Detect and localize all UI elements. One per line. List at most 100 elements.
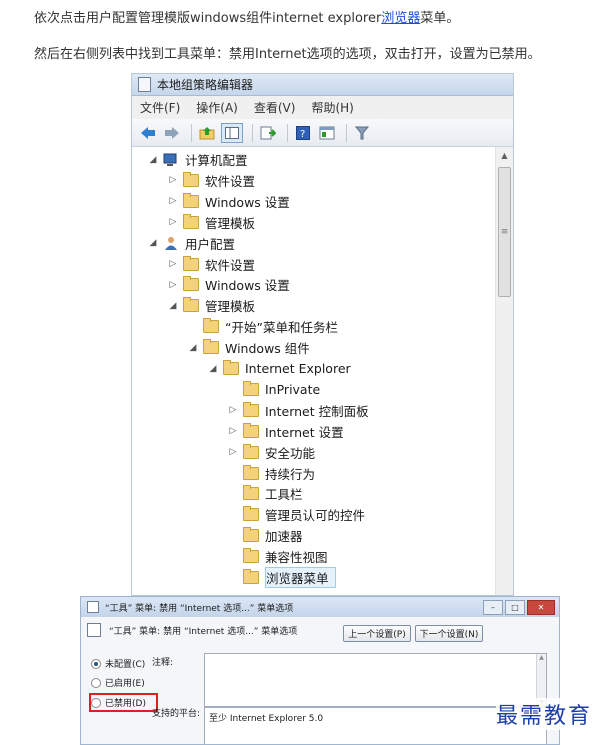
expand-toggle-icon[interactable]: ◢ xyxy=(147,238,159,248)
gpe-toolbar: ? xyxy=(132,119,513,147)
window-controls: – □ ✕ xyxy=(481,600,555,615)
radio-enabled-label: 已启用(E) xyxy=(105,679,145,689)
dialog-heading-text: “工具” 菜单: 禁用 “Internet 选项...” 菜单选项 xyxy=(109,626,298,637)
expand-toggle-icon[interactable]: ▷ xyxy=(167,259,179,269)
tree-node[interactable]: ▷ 软件设置 xyxy=(167,254,255,275)
folder-icon xyxy=(243,380,259,396)
tree-node-label: Windows 组件 xyxy=(225,341,310,357)
folder-icon xyxy=(243,527,259,543)
back-arrow-icon[interactable] xyxy=(138,124,158,142)
tree-node[interactable]: 兼容性视图 xyxy=(227,546,328,567)
menu-file[interactable]: 文件(F) xyxy=(140,99,180,116)
instruction-text: 依次点击用户配置管理模版windows组件internet explorer xyxy=(34,11,382,26)
tree-node[interactable]: ▷ 安全功能 xyxy=(227,442,315,463)
radio-button[interactable] xyxy=(91,658,101,669)
tree-node[interactable]: ▷ 软件设置 xyxy=(167,170,255,191)
tree-node-label: 安全功能 xyxy=(265,445,316,461)
instruction-line-2: 然后在右侧列表中找到工具菜单：禁用Internet选项的选项，双击打开，设置为已… xyxy=(34,47,541,62)
platform-value: 至少 Internet Explorer 5.0 xyxy=(209,714,324,724)
tree-node[interactable]: 工具栏 xyxy=(227,483,303,504)
minimize-icon[interactable]: – xyxy=(483,600,503,615)
expand-toggle-icon[interactable]: ◢ xyxy=(207,364,219,374)
radio-enabled[interactable]: 已启用(E) xyxy=(91,676,145,689)
gpe-title: 本地组策略编辑器 xyxy=(157,78,254,92)
help-icon[interactable]: ? xyxy=(293,124,313,142)
policy-editor-icon xyxy=(138,77,151,92)
folder-icon xyxy=(183,213,199,229)
expand-toggle-icon[interactable]: ▷ xyxy=(167,280,179,290)
tree-node[interactable]: ▷ Windows 设置 xyxy=(167,191,290,212)
radio-button[interactable] xyxy=(91,677,101,688)
expand-toggle-icon[interactable]: ◢ xyxy=(187,343,199,353)
policy-tree: ◢ 计算机配置 ▷ 软件设置 ▷ Windows 设置 ▷ 管理模板 ◢ 用户配置 ▷ 软件设置 ▷ Wi… xyxy=(132,147,495,595)
show-hide-tree-icon[interactable] xyxy=(221,122,243,143)
tree-node[interactable]: 加速器 xyxy=(227,525,303,546)
filter-icon[interactable] xyxy=(352,124,372,142)
folder-icon xyxy=(183,171,199,187)
tree-node-label: 软件设置 xyxy=(205,257,256,273)
expand-toggle-icon[interactable]: ▷ xyxy=(227,447,239,457)
gpe-menu-bar: 文件(F) 操作(A) 查看(V) 帮助(H) xyxy=(132,96,513,119)
folder-icon xyxy=(243,422,259,438)
expand-toggle-icon[interactable]: ▷ xyxy=(227,426,239,436)
folder-icon xyxy=(183,255,199,271)
expand-toggle-icon[interactable]: ▷ xyxy=(167,217,179,227)
tree-node-label: 浏览器菜单 xyxy=(265,567,336,588)
forward-arrow-icon[interactable] xyxy=(162,124,182,142)
tree-node[interactable]: InPrivate xyxy=(227,379,320,400)
tree-node[interactable]: ▷ Windows 设置 xyxy=(167,274,290,295)
expand-toggle-icon[interactable]: ▷ xyxy=(167,196,179,206)
scroll-up-icon[interactable]: ▲ xyxy=(496,147,513,163)
export-list-icon[interactable] xyxy=(258,124,278,142)
gpe-title-bar: 本地组策略编辑器 xyxy=(132,74,513,96)
toolbar-separator xyxy=(191,123,192,142)
instruction-text-end: 菜单。 xyxy=(420,11,460,26)
tree-node-label: 加速器 xyxy=(265,529,303,545)
menu-view[interactable]: 查看(V) xyxy=(254,99,296,116)
tree-node[interactable]: “开始”菜单和任务栏 xyxy=(187,316,338,337)
tree-node-label: Windows 设置 xyxy=(205,278,290,294)
disabled-option-highlight xyxy=(89,693,158,712)
close-icon[interactable]: ✕ xyxy=(527,600,555,615)
menu-help[interactable]: 帮助(H) xyxy=(311,99,353,116)
radio-not-configured-label: 未配置(C) xyxy=(105,660,146,670)
previous-setting-button[interactable]: 上一个设置(P) xyxy=(343,625,411,642)
tree-node-label: Windows 设置 xyxy=(205,194,290,210)
browser-link[interactable]: 浏览器 xyxy=(381,11,420,26)
scroll-thumb[interactable]: ≡ xyxy=(498,167,511,297)
tree-node[interactable]: ◢ 管理模板 xyxy=(167,295,255,316)
tree-node[interactable]: 持续行为 xyxy=(227,463,315,484)
folder-icon xyxy=(243,506,259,522)
tree-node[interactable]: ▷ 管理模板 xyxy=(167,212,255,233)
expand-toggle-icon[interactable]: ◢ xyxy=(147,155,159,165)
tree-node[interactable]: ▷ Internet 设置 xyxy=(227,421,344,442)
tree-node-label: InPrivate xyxy=(265,381,321,397)
computer-icon xyxy=(163,153,177,166)
expand-toggle-icon[interactable]: ▷ xyxy=(167,175,179,185)
expand-toggle-icon[interactable]: ▷ xyxy=(227,405,239,415)
folder-icon xyxy=(243,443,259,459)
folder-icon xyxy=(223,360,239,375)
tree-node[interactable]: ◢ 用户配置 xyxy=(147,233,235,254)
group-policy-editor-window: 本地组策略编辑器 文件(F) 操作(A) 查看(V) 帮助(H) ? ◢ 计算机… xyxy=(131,73,514,596)
tree-node-label: 持续行为 xyxy=(265,466,316,482)
properties-icon[interactable] xyxy=(317,124,337,142)
radio-not-configured[interactable]: 未配置(C) xyxy=(91,657,145,670)
tree-node[interactable]: ▷ Internet 控制面板 xyxy=(227,400,369,421)
tree-node[interactable]: ◢ Internet Explorer xyxy=(207,358,351,379)
tree-node[interactable]: ◢ 计算机配置 xyxy=(147,149,248,170)
expand-toggle-icon[interactable]: ◢ xyxy=(167,301,179,311)
folder-icon xyxy=(183,297,199,313)
policy-setting-icon xyxy=(87,601,99,613)
tree-node[interactable]: ◢ Windows 组件 xyxy=(187,337,310,358)
tree-node-label: 管理模板 xyxy=(205,215,256,231)
dialog-heading: “工具” 菜单: 禁用 “Internet 选项...” 菜单选项 xyxy=(87,623,297,637)
maximize-icon[interactable]: □ xyxy=(505,600,525,615)
next-setting-button[interactable]: 下一个设置(N) xyxy=(415,625,483,642)
vertical-scrollbar[interactable]: ▲ ≡ xyxy=(495,147,513,595)
up-folder-icon[interactable] xyxy=(197,124,217,142)
menu-action[interactable]: 操作(A) xyxy=(196,99,238,116)
tree-node[interactable]: 管理员认可的控件 xyxy=(227,504,365,525)
tree-node[interactable]: 浏览器菜单 xyxy=(227,567,336,588)
tree-node-label: 管理模板 xyxy=(205,299,256,315)
